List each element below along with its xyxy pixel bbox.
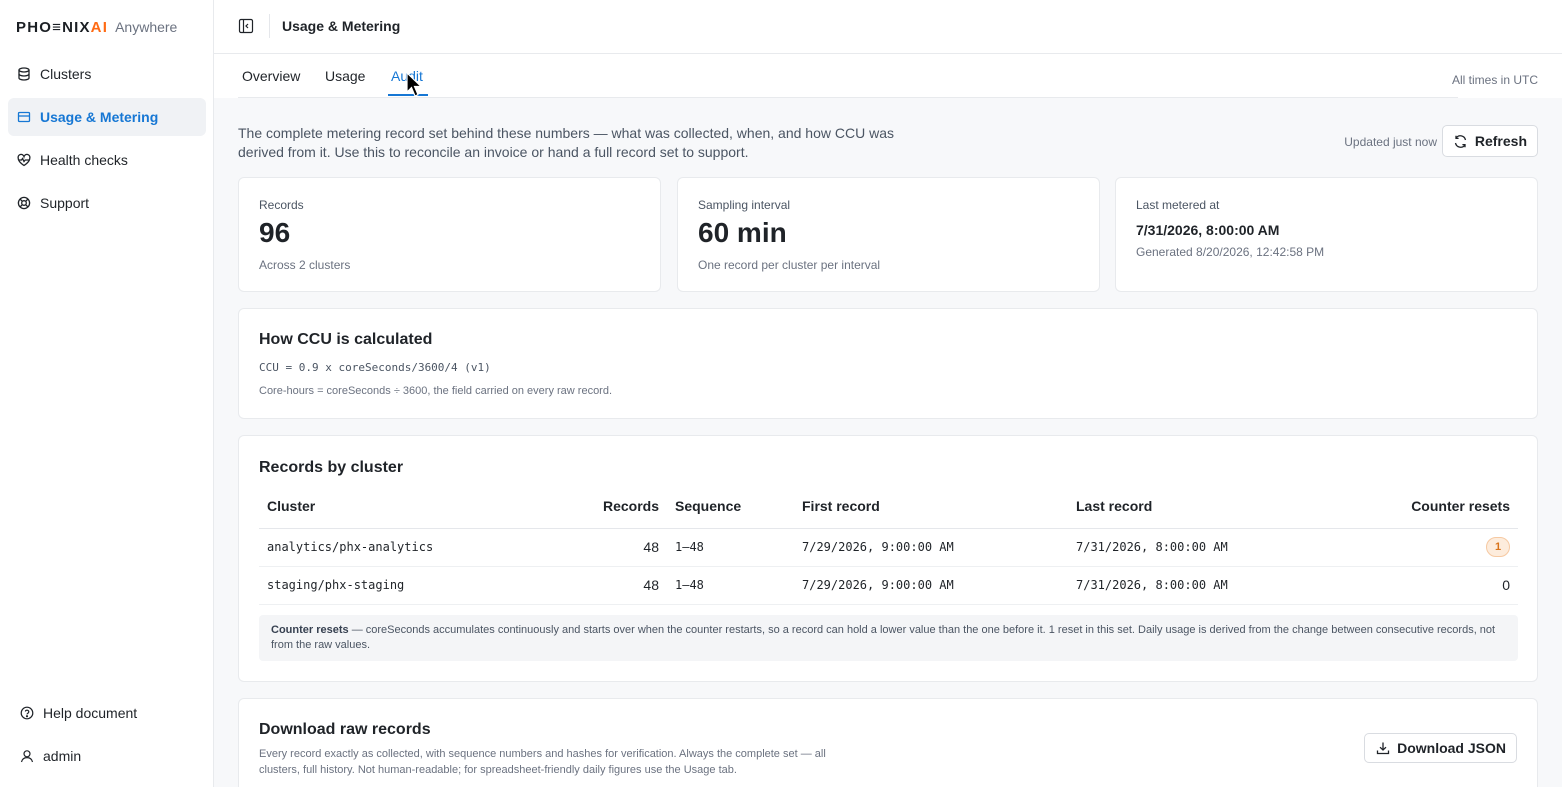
logo-subtitle: Anywhere — [115, 19, 178, 35]
stat-subtext: Across 2 clusters — [259, 258, 351, 272]
logo-wordmark: PHO≡NIXAI — [16, 18, 109, 36]
ccu-calculation-card: How CCU is calculated CCU = 0.9 x coreSe… — [238, 308, 1538, 419]
sidebar-item-label: Support — [40, 195, 90, 211]
records-stat-card: Records 96 Across 2 clusters — [238, 177, 661, 292]
tab-usage[interactable]: Usage — [325, 68, 365, 84]
help-circle-icon — [20, 706, 34, 720]
note-text: — coreSeconds accumulates continuously a… — [271, 624, 1496, 651]
user-icon — [20, 749, 34, 763]
user-name: admin — [43, 748, 82, 764]
sidebar-item-support[interactable]: Support — [8, 184, 206, 222]
page-title: Usage & Metering — [282, 18, 401, 34]
sidebar-item-label: Health checks — [40, 152, 128, 168]
cell-records: 48 — [581, 528, 667, 567]
sidebar-item-clusters[interactable]: Clusters — [8, 55, 206, 93]
cell-counter-resets: 0 — [1342, 566, 1518, 605]
stat-label: Sampling interval — [698, 198, 791, 212]
sidebar: PHO≡NIXAI Anywhere Clusters Usage & Mete… — [0, 0, 214, 787]
generated-timestamp: Generated 8/20/2026, 12:42:58 PM — [1136, 245, 1325, 259]
stat-label: Records — [259, 198, 304, 212]
help-document-link[interactable]: Help document — [8, 695, 206, 731]
column-header-first-record[interactable]: First record — [794, 498, 1068, 529]
brand-logo[interactable]: PHO≡NIXAI Anywhere — [16, 17, 177, 37]
tab-overview[interactable]: Overview — [242, 68, 300, 84]
divider — [269, 14, 270, 38]
active-tab-indicator — [388, 94, 428, 96]
records-by-cluster-card: Records by cluster Cluster Records Seque… — [238, 435, 1538, 682]
user-menu[interactable]: admin — [8, 738, 206, 774]
help-document-label: Help document — [43, 705, 138, 721]
download-json-button[interactable]: Download JSON — [1364, 733, 1517, 763]
records-by-cluster-table: Cluster Records Sequence First record La… — [259, 498, 1518, 605]
table-row: analytics/phx-analytics 48 1–48 7/29/202… — [259, 528, 1518, 567]
note-label: Counter resets — [271, 624, 349, 636]
heart-pulse-icon — [17, 153, 31, 167]
stat-label: Last metered at — [1136, 198, 1220, 212]
sampling-interval-card: Sampling interval 60 min One record per … — [677, 177, 1100, 292]
sidebar-item-usage-metering[interactable]: Usage & Metering — [8, 98, 206, 136]
card-icon — [17, 110, 31, 124]
cell-last-record: 7/31/2026, 8:00:00 AM — [1068, 528, 1342, 567]
section-title: How CCU is calculated — [259, 331, 433, 348]
counter-reset-badge: 1 — [1486, 537, 1510, 557]
timezone-note: All times in UTC — [1451, 73, 1538, 87]
counter-resets-note: Counter resets — coreSeconds accumulates… — [259, 615, 1518, 661]
stat-subtext: One record per cluster per interval — [698, 258, 881, 272]
sidebar-item-label: Clusters — [40, 66, 92, 82]
updated-status: Updated just now — [1344, 135, 1437, 149]
audit-intro: The complete metering record set behind … — [238, 125, 894, 160]
column-header-sequence[interactable]: Sequence — [667, 498, 794, 529]
table-header-row: Cluster Records Sequence First record La… — [259, 498, 1518, 529]
top-bar: Usage & Metering — [214, 0, 1562, 54]
column-header-counter-resets[interactable]: Counter resets — [1342, 498, 1518, 529]
cell-first-record: 7/29/2026, 9:00:00 AM — [794, 528, 1068, 567]
sidebar-collapse-icon[interactable] — [238, 18, 254, 34]
table-row: staging/phx-staging 48 1–48 7/29/2026, 9… — [259, 566, 1518, 605]
sidebar-item-label: Usage & Metering — [40, 109, 159, 125]
sidebar-item-health-checks[interactable]: Health checks — [8, 141, 206, 179]
download-json-label: Download JSON — [1397, 740, 1506, 756]
cell-counter-resets: 1 — [1342, 528, 1518, 567]
ccu-formula-note: Core-hours = coreSeconds ÷ 3600, the fie… — [259, 385, 613, 397]
cell-last-record: 7/31/2026, 8:00:00 AM — [1068, 566, 1342, 605]
lifebuoy-icon — [17, 196, 31, 210]
sampling-interval-value: 60 min — [698, 217, 787, 248]
cell-cluster: staging/phx-staging — [259, 566, 581, 605]
cell-cluster: analytics/phx-analytics — [259, 528, 581, 567]
ccu-formula: CCU = 0.9 x coreSeconds/3600/4 (v1) — [259, 361, 491, 374]
records-count: 96 — [259, 217, 291, 248]
download-raw-records-card: Download raw records Every record exactl… — [238, 698, 1538, 787]
refresh-icon — [1453, 134, 1468, 149]
cell-first-record: 7/29/2026, 9:00:00 AM — [794, 566, 1068, 605]
section-title: Download raw records — [259, 721, 431, 738]
refresh-button[interactable]: Refresh — [1441, 125, 1538, 157]
tab-bar: Overview Usage Audit All times in UTC — [214, 54, 1562, 98]
column-header-last-record[interactable]: Last record — [1068, 498, 1342, 529]
last-metered-card: Last metered at 7/31/2026, 8:00:00 AM Ge… — [1115, 177, 1538, 292]
last-metered-value: 7/31/2026, 8:00:00 AM — [1136, 222, 1280, 238]
column-header-records[interactable]: Records — [581, 498, 667, 529]
main-content: The complete metering record set behind … — [214, 98, 1562, 787]
section-title: Records by cluster — [259, 459, 404, 476]
database-icon — [17, 67, 31, 81]
download-icon — [1376, 741, 1390, 755]
download-description: Every record exactly as collected, with … — [259, 748, 826, 776]
tab-audit[interactable]: Audit — [391, 68, 423, 84]
cell-sequence: 1–48 — [667, 566, 794, 605]
cell-records: 48 — [581, 566, 667, 605]
column-header-cluster[interactable]: Cluster — [259, 498, 581, 529]
refresh-label: Refresh — [1474, 133, 1527, 149]
cell-sequence: 1–48 — [667, 528, 794, 567]
